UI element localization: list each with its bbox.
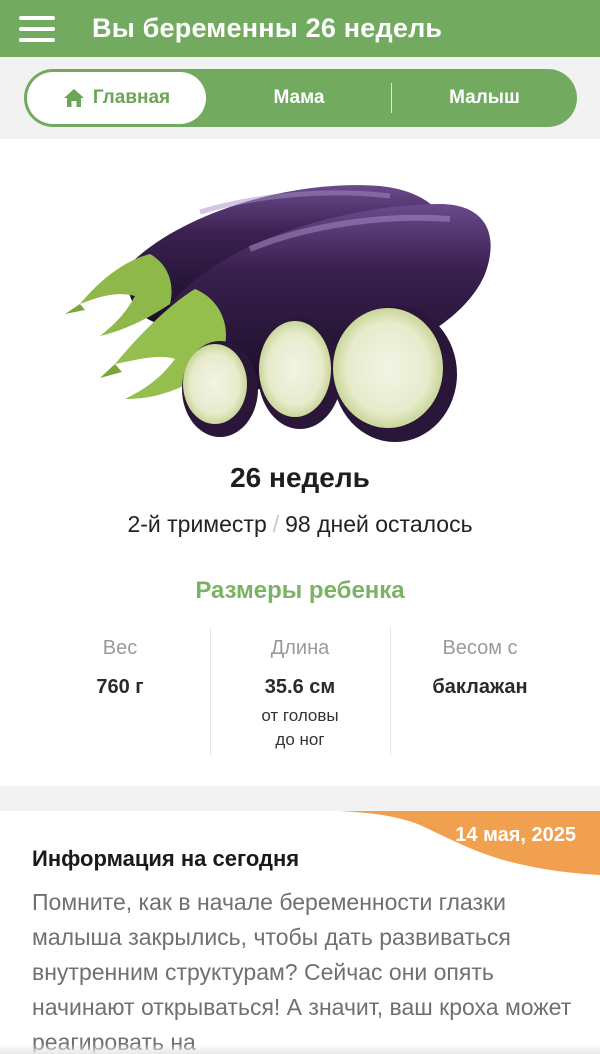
today-title: Информация на сегодня (32, 846, 300, 871)
week-title: 26 недель (230, 462, 370, 493)
segmented-tabs: Главная Мама Малыш (24, 69, 577, 127)
tab-home-label: Главная (92, 87, 171, 108)
stat-weight-value: 760 г (96, 676, 144, 698)
app-header: Вы беременны 26 недель (0, 0, 600, 57)
today-info-card[interactable]: 14 мая, 2025 Информация на сегодня Помни… (0, 811, 600, 1054)
baby-sizes-stats: Вес 760 г Длина 35.6 см от головы до ног… (30, 627, 570, 757)
home-icon (63, 89, 84, 107)
tab-baby-label: Малыш (449, 87, 520, 108)
bottom-fade (0, 1044, 600, 1054)
today-text: Помните, как в начале беременности глазк… (32, 889, 572, 1054)
trimester-text: 2-й триместр (127, 511, 267, 537)
stat-length: Длина 35.6 см от головы до ног (210, 627, 390, 757)
tab-mom-label: Мама (273, 87, 325, 108)
hamburger-menu-icon[interactable] (0, 0, 90, 57)
stat-like-value: баклажан (432, 676, 528, 698)
stat-like-label: Весом с (442, 637, 518, 659)
baby-sizes-title: Размеры ребенка (195, 577, 405, 604)
trimester-line: 2-й триместр/98 дней осталось (0, 511, 600, 538)
eggplant-image (65, 185, 491, 442)
tabs-bar: Главная Мама Малыш (0, 57, 600, 139)
days-left-text: 98 дней осталось (285, 511, 473, 537)
stat-length-label: Длина (270, 637, 330, 659)
stat-length-value: 35.6 см (264, 676, 336, 698)
stat-weight-label: Вес (102, 637, 138, 659)
today-date: 14 мая, 2025 (455, 824, 576, 846)
page-title: Вы беременны 26 недель (92, 13, 443, 43)
tab-baby[interactable]: Малыш (392, 69, 577, 127)
stat-length-note-line1: от головы (261, 706, 339, 725)
stat-weight: Вес 760 г (30, 627, 210, 757)
tab-home[interactable]: Главная (27, 72, 206, 124)
stat-length-note-line2: до ног (275, 730, 325, 749)
stat-size-like: Весом с баклажан (390, 627, 570, 757)
tab-mom[interactable]: Мама (206, 69, 392, 127)
pregnancy-summary-card: 26 недель 2-й триместр/98 дней осталось … (0, 139, 600, 786)
separator: / (272, 511, 280, 537)
stat-length-note: от головы до ног (210, 704, 390, 752)
